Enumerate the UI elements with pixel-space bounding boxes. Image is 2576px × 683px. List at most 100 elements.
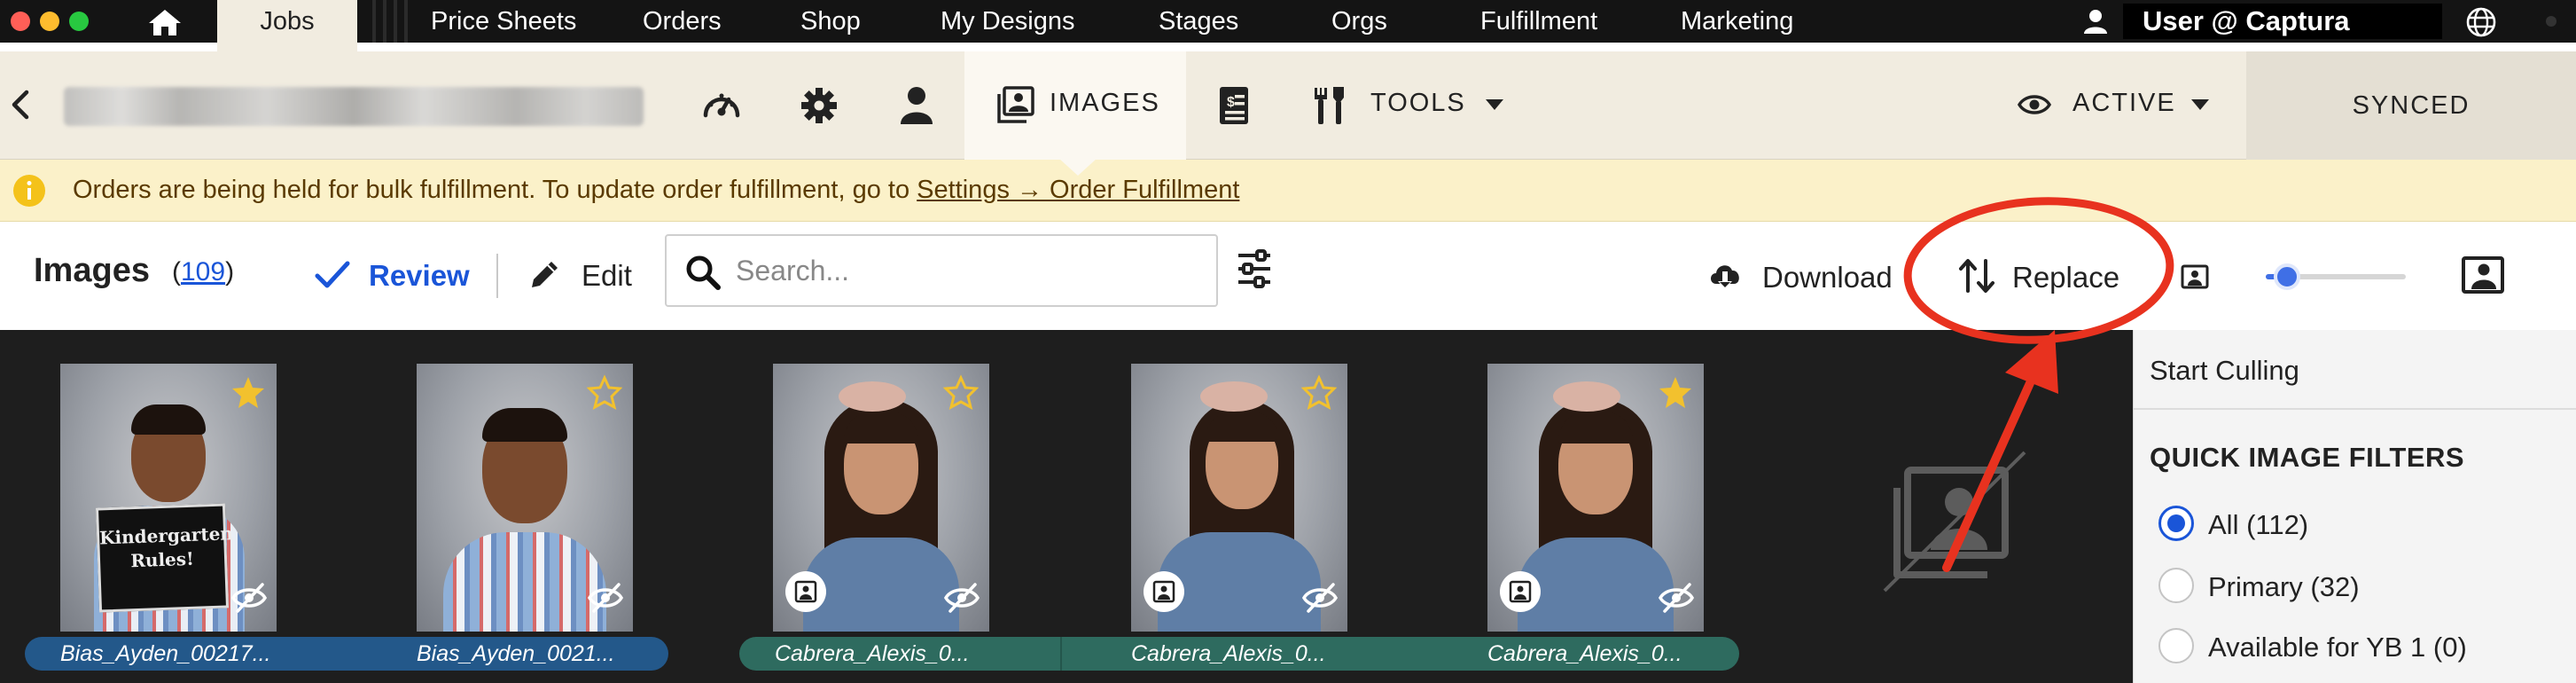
- tools-icon[interactable]: [1310, 85, 1353, 126]
- globe-icon[interactable]: [2466, 7, 2496, 37]
- image-thumbnail[interactable]: [417, 364, 633, 632]
- eye-slash-icon[interactable]: [1658, 582, 1695, 614]
- notice-message-text: Orders are being held for bulk fulfillme…: [73, 176, 917, 204]
- nav-tab-marketing[interactable]: Marketing: [1681, 0, 1793, 43]
- edit-mode-button[interactable]: Edit: [582, 259, 632, 293]
- image-thumbnail[interactable]: [1487, 364, 1704, 632]
- nav-tab-jobs-label: Jobs: [260, 6, 315, 35]
- image-count: (109): [172, 257, 235, 287]
- eye-slash-icon[interactable]: [587, 582, 624, 614]
- image-filename[interactable]: Cabrera_Alexis_0...: [1487, 637, 1736, 671]
- eye-slash-icon[interactable]: [1301, 582, 1339, 614]
- user-icon[interactable]: [2083, 9, 2108, 34]
- image-filename[interactable]: Bias_Ayden_00217...: [60, 637, 326, 671]
- images-toolbar: Images (109) Review Edit Download R: [0, 222, 2576, 330]
- price-list-icon[interactable]: $: [1213, 85, 1255, 126]
- settings-gear-icon[interactable]: [798, 85, 840, 126]
- image-thumbnail[interactable]: Kindergarten Rules!: [60, 364, 277, 632]
- checkmark-icon[interactable]: [314, 257, 351, 293]
- cloud-download-icon[interactable]: [1707, 259, 1743, 293]
- primary-image-badge: [1500, 571, 1541, 612]
- thumbnail-size-slider[interactable]: [2266, 263, 2406, 290]
- image-filename[interactable]: Cabrera_Alexis_0...: [775, 637, 1041, 671]
- svg-text:$: $: [1227, 95, 1235, 110]
- window-close-button[interactable]: [11, 12, 30, 31]
- people-icon[interactable]: [895, 85, 938, 126]
- large-thumbnail-icon[interactable]: [2461, 255, 2505, 294]
- star-outline-icon[interactable]: [943, 374, 979, 410]
- image-thumbnail[interactable]: [1131, 364, 1347, 632]
- status-chevron-down-icon[interactable]: [2191, 99, 2209, 110]
- image-filename[interactable]: Bias_Ayden_0021...: [417, 637, 665, 671]
- filter-all-label[interactable]: All (112): [2208, 509, 2308, 541]
- boy-hair: [482, 408, 567, 442]
- status-filter-label[interactable]: ACTIVE: [2073, 89, 2176, 118]
- image-gallery: Kindergarten Rules! Bias_Ayden_00217... …: [0, 330, 2133, 683]
- nav-separator: [365, 0, 410, 43]
- nav-tab-orders[interactable]: Orders: [643, 0, 722, 43]
- search-icon: [686, 255, 721, 290]
- nav-tab-my-designs[interactable]: My Designs: [941, 0, 1075, 43]
- primary-image-icon: [794, 580, 817, 603]
- notice-message: Orders are being held for bulk fulfillme…: [73, 176, 1239, 205]
- nav-tab-stages[interactable]: Stages: [1159, 0, 1238, 43]
- nav-tab-orgs[interactable]: Orgs: [1331, 0, 1387, 43]
- filter-sliders-icon[interactable]: [1236, 248, 1273, 289]
- page-title: Images: [34, 252, 150, 289]
- filter-primary-radio[interactable]: [2158, 568, 2194, 603]
- search-box[interactable]: [665, 234, 1218, 307]
- pencil-icon[interactable]: [527, 257, 562, 293]
- review-mode-button[interactable]: Review: [369, 259, 470, 293]
- tools-chevron-down-icon[interactable]: [1486, 99, 1503, 110]
- info-icon: [13, 175, 45, 207]
- eye-slash-icon[interactable]: [943, 582, 980, 614]
- hair-bow: [1553, 381, 1620, 412]
- window-minimize-button[interactable]: [40, 12, 59, 31]
- boy-shirt: [443, 532, 606, 632]
- tab-images[interactable]: IMAGES: [964, 51, 1186, 160]
- primary-image-icon: [1152, 580, 1175, 603]
- swap-arrows-icon[interactable]: [1957, 257, 1996, 294]
- nav-tab-fulfillment[interactable]: Fulfillment: [1480, 0, 1597, 43]
- replace-button[interactable]: Replace: [2012, 261, 2119, 294]
- window-zoom-button[interactable]: [69, 12, 89, 31]
- star-filled-icon[interactable]: [1658, 374, 1693, 410]
- nav-tab-shop[interactable]: Shop: [800, 0, 861, 43]
- window-dot: [2546, 16, 2556, 27]
- nav-tab-price-sheets[interactable]: Price Sheets: [431, 0, 576, 43]
- user-account-name[interactable]: User @ Captura: [2123, 4, 2442, 39]
- filter-all-radio[interactable]: [2158, 506, 2194, 541]
- slider-handle[interactable]: [2273, 263, 2300, 290]
- quick-image-filters-heading: QUICK IMAGE FILTERS: [2150, 442, 2465, 473]
- download-button[interactable]: Download: [1762, 261, 1893, 294]
- back-chevron-icon[interactable]: [5, 87, 37, 122]
- image-group-bar: Bias_Ayden_00217... Bias_Ayden_0021...: [25, 637, 668, 671]
- hair-bow: [839, 381, 906, 412]
- image-filename[interactable]: Cabrera_Alexis_0...: [1131, 637, 1397, 671]
- dashboard-gauge-icon[interactable]: [700, 85, 743, 126]
- home-icon[interactable]: [147, 8, 183, 36]
- hair-bow: [1200, 381, 1268, 412]
- star-filled-icon[interactable]: [230, 374, 266, 410]
- star-outline-icon[interactable]: [1301, 374, 1337, 410]
- image-thumbnail[interactable]: [773, 364, 989, 632]
- eye-icon[interactable]: [2018, 92, 2051, 117]
- panel-divider: [2134, 408, 2576, 410]
- primary-image-icon: [1509, 580, 1532, 603]
- nav-tab-jobs[interactable]: Jobs: [217, 0, 357, 51]
- filter-available-yb1-label[interactable]: Available for YB 1 (0): [2208, 632, 2467, 663]
- filter-available-yb1-radio[interactable]: [2158, 628, 2194, 663]
- star-outline-icon[interactable]: [587, 374, 622, 410]
- search-input[interactable]: [736, 248, 1197, 293]
- filter-primary-label[interactable]: Primary (32): [2208, 571, 2360, 603]
- start-culling-button[interactable]: Start Culling: [2150, 355, 2299, 387]
- small-thumbnail-icon[interactable]: [2181, 264, 2209, 289]
- eye-slash-icon[interactable]: [230, 582, 268, 614]
- right-side-panel: Start Culling QUICK IMAGE FILTERS All (1…: [2133, 330, 2576, 683]
- images-icon: [997, 86, 1034, 123]
- image-count-link[interactable]: 109: [181, 257, 225, 287]
- girl-overalls: [803, 538, 959, 632]
- order-fulfillment-settings-link[interactable]: Settings → Order Fulfillment: [917, 176, 1239, 204]
- girl-overalls: [1518, 538, 1674, 632]
- tools-menu-label[interactable]: TOOLS: [1370, 89, 1466, 118]
